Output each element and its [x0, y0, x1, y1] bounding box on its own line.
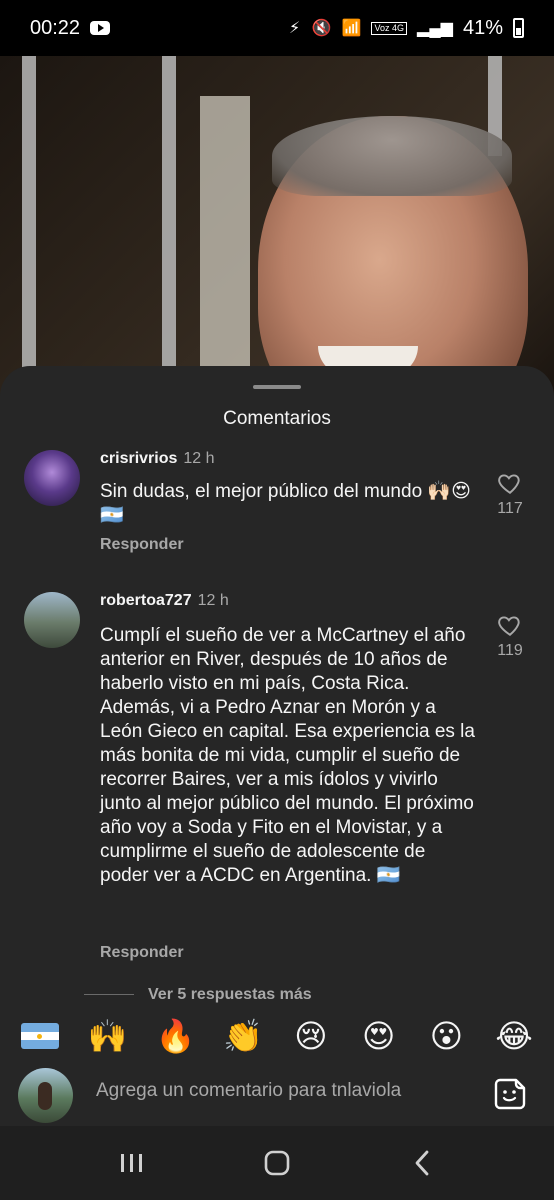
- wall-patch: [200, 96, 250, 396]
- heart-icon: [498, 474, 520, 494]
- system-nav-bar: [0, 1126, 554, 1200]
- user-avatar: [18, 1068, 73, 1123]
- view-more-replies-button[interactable]: Ver 5 respuestas más: [148, 986, 312, 1004]
- video-background[interactable]: [0, 56, 554, 396]
- status-bar: 00:22 ⚡ 🔇 📶 Voz 4G ▂▄▆ 41%: [0, 0, 554, 56]
- comment-input-row: [0, 1066, 554, 1126]
- drag-handle[interactable]: [253, 385, 301, 389]
- emoji-bar: 🙌 🔥 👏 😢 😍 😮 😂: [0, 1006, 554, 1066]
- argentina-flag-icon: [20, 1023, 59, 1049]
- reply-button[interactable]: Responder: [100, 944, 184, 962]
- battery-percent: 41%: [462, 16, 503, 39]
- recent-apps-icon: [121, 1154, 143, 1172]
- status-time: 00:22: [30, 16, 81, 39]
- comment-header: robertoa727 12 h: [100, 592, 229, 610]
- sheet-title: Comentarios: [223, 408, 331, 429]
- emoji-raising-hands[interactable]: 🙌: [83, 1016, 133, 1056]
- like-button[interactable]: 117: [490, 470, 530, 518]
- username[interactable]: crisrivrios: [100, 450, 177, 467]
- username[interactable]: robertoa727: [100, 592, 192, 609]
- signal-icon: ▂▄▆: [417, 20, 453, 37]
- avatar[interactable]: [24, 450, 80, 506]
- person-hair: [272, 116, 512, 196]
- like-count: 119: [497, 642, 523, 659]
- back-button[interactable]: [392, 1143, 452, 1183]
- network-type-icon: Voz 4G: [371, 21, 408, 35]
- avatar[interactable]: [24, 592, 80, 648]
- comment-header: crisrivrios 12 h: [100, 450, 215, 468]
- replies-divider: [84, 994, 134, 995]
- heart-icon: [498, 616, 520, 636]
- emoji-fire[interactable]: 🔥: [150, 1016, 200, 1056]
- emoji-argentina-flag[interactable]: [15, 1023, 65, 1049]
- battery-saver-icon: ⚡: [289, 20, 301, 37]
- home-icon: [264, 1150, 290, 1176]
- emoji-surprised[interactable]: 😮: [421, 1016, 471, 1056]
- recent-apps-button[interactable]: [102, 1143, 162, 1183]
- emoji-heart-eyes[interactable]: 😍: [354, 1016, 404, 1056]
- emoji-crying[interactable]: 😢: [286, 1016, 336, 1056]
- reply-button[interactable]: Responder: [100, 536, 184, 554]
- comment-input[interactable]: [96, 1080, 466, 1102]
- home-button[interactable]: [247, 1143, 307, 1183]
- emoji-laughing[interactable]: 😂: [489, 1016, 539, 1056]
- battery-icon: [513, 18, 524, 38]
- like-button[interactable]: 119: [490, 612, 530, 660]
- like-count: 117: [497, 500, 523, 517]
- status-left: 00:22: [30, 16, 111, 40]
- youtube-icon: [90, 21, 111, 35]
- window-bar: [162, 56, 176, 396]
- emoji-clapping[interactable]: 👏: [218, 1016, 268, 1056]
- sticker-icon[interactable]: [490, 1074, 530, 1114]
- status-right: ⚡ 🔇 📶 Voz 4G ▂▄▆ 41%: [288, 17, 524, 40]
- mute-icon: 🔇: [311, 20, 332, 37]
- wifi-icon: 📶: [341, 20, 362, 37]
- window-bar: [22, 56, 36, 396]
- comment-time: 12 h: [197, 592, 229, 609]
- back-icon: [415, 1150, 429, 1176]
- comment-text: Sin dudas, el mejor público del mundo 🙌🏻…: [100, 481, 471, 526]
- comment-text: Cumplí el sueño de ver a McCartney el añ…: [100, 625, 475, 886]
- comment-time: 12 h: [183, 450, 215, 467]
